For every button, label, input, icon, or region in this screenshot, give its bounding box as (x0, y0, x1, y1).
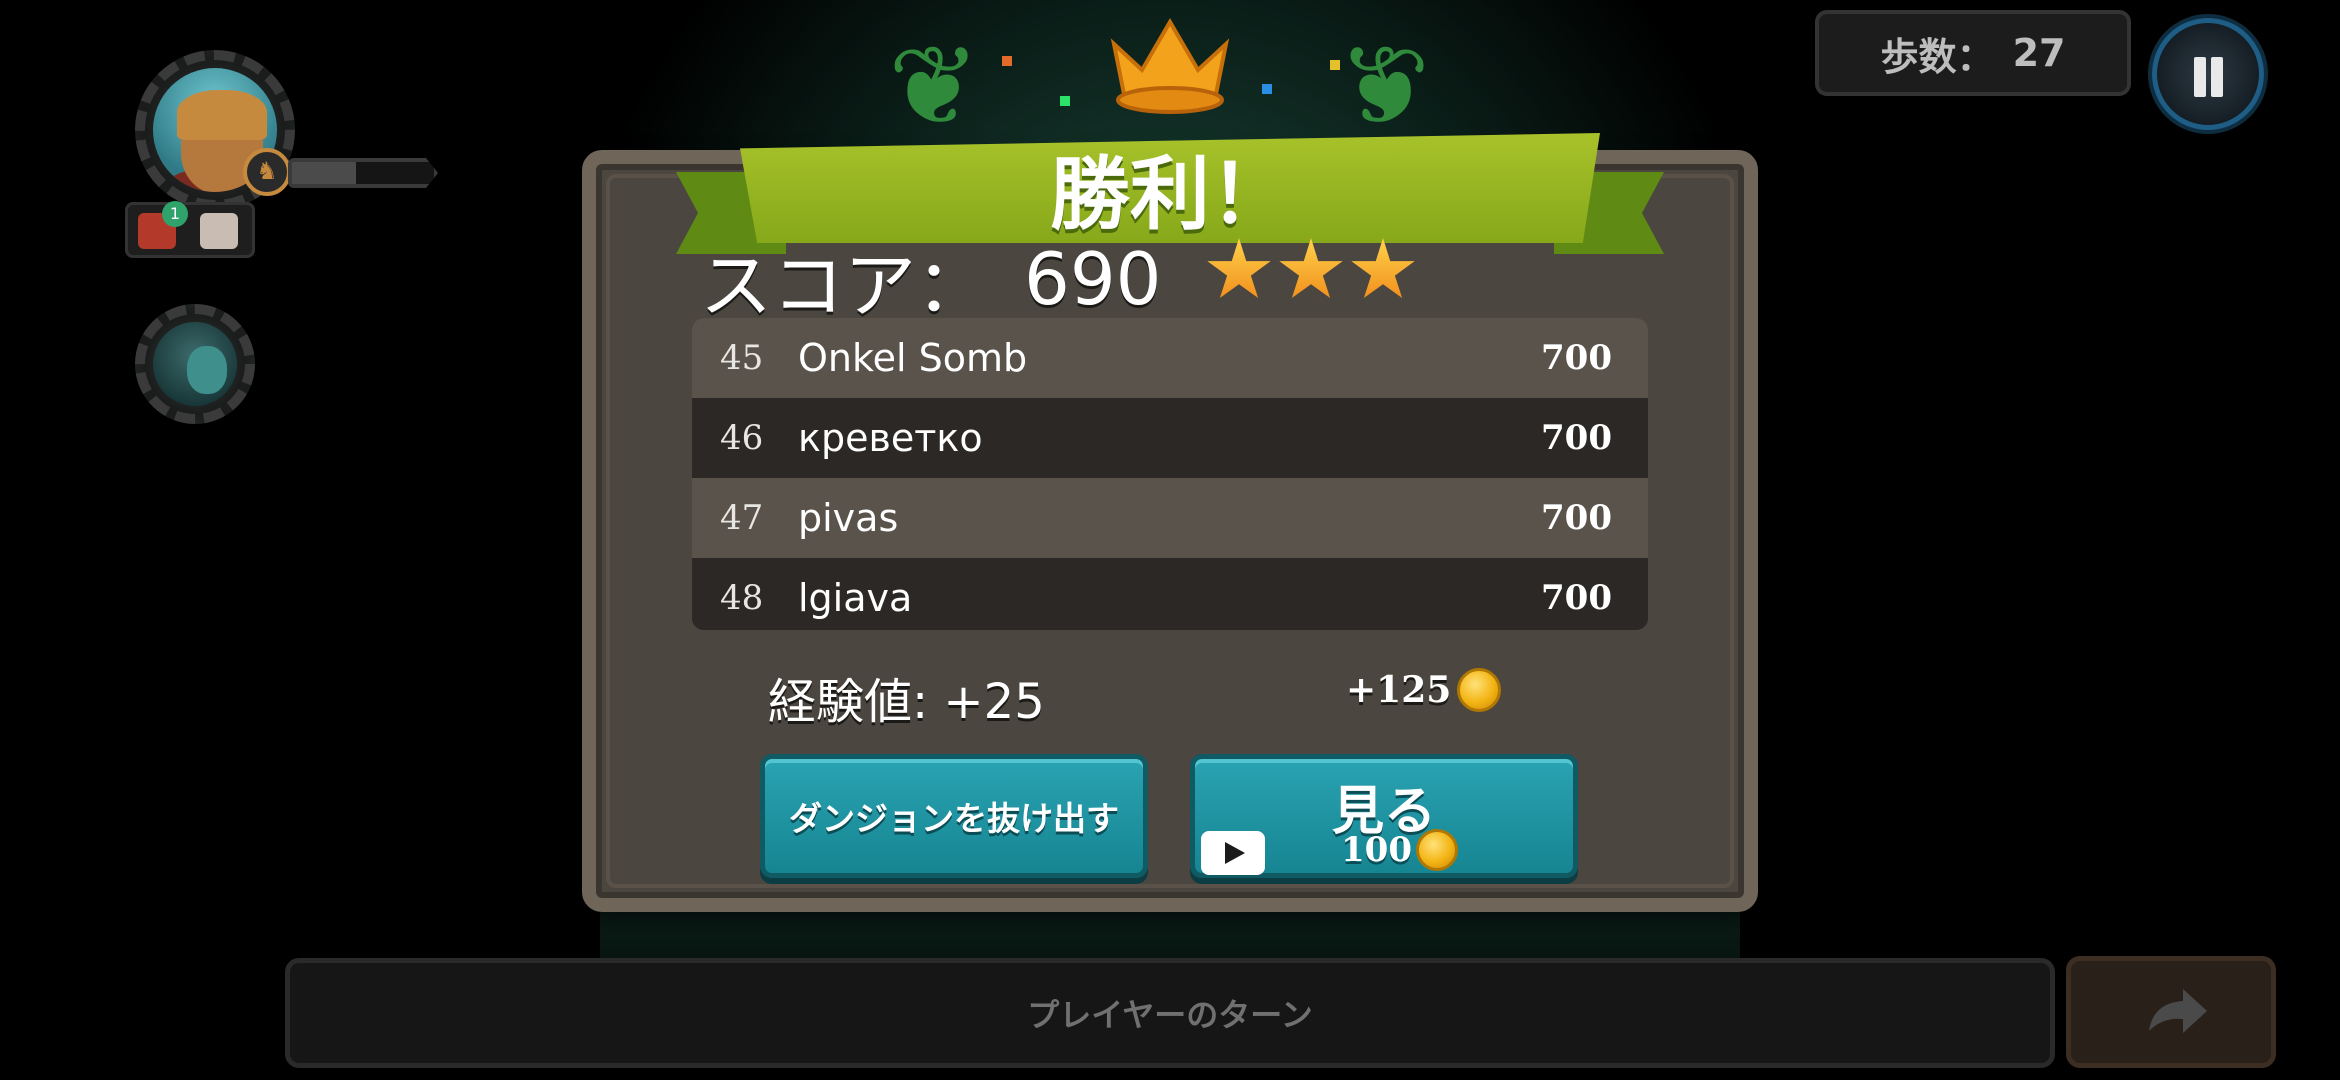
score-display: スコア： 690 (700, 237, 1162, 328)
turn-indicator: プレイヤーのターン (285, 958, 2055, 1068)
leaderboard-name: Onkel Somb (798, 336, 1028, 380)
leaderboard-rank: 47 (720, 498, 764, 538)
leaderboard-row: 46 креветко 700 (692, 398, 1648, 478)
leaderboard: 45 Onkel Somb 700 46 креветко 700 47 piv… (692, 318, 1648, 630)
xp-reward: 経験値: +25 (768, 674, 1045, 730)
hero-class-icon: ♞ (243, 148, 291, 196)
coin-icon (1415, 829, 1458, 871)
laurel-left-icon: ❦ (888, 22, 981, 150)
arrow-right-icon (2149, 989, 2207, 1033)
pause-icon (2194, 57, 2206, 97)
leaderboard-name: lgiava (798, 576, 913, 620)
score-value: 690 (1024, 237, 1162, 321)
coin-icon (1457, 668, 1502, 712)
leaderboard-score: 700 (1541, 338, 1612, 378)
play-video-icon (1201, 831, 1265, 875)
leaderboard-row: 45 Onkel Somb 700 (692, 318, 1648, 398)
star-rating (1206, 238, 1416, 304)
star-icon (1207, 238, 1271, 299)
leaderboard-name: креветко (798, 416, 983, 460)
inventory-slot[interactable]: 1 (125, 201, 255, 258)
pause-button[interactable] (2152, 18, 2264, 130)
hero-portrait-secondary[interactable] (135, 304, 255, 424)
steps-label: 歩数： (1880, 34, 1995, 79)
leaderboard-rank: 45 (720, 338, 764, 378)
gold-reward: +125 (1346, 668, 1502, 712)
leave-dungeon-label: ダンジョンを抜け出す (789, 799, 1119, 838)
leaderboard-score: 700 (1541, 418, 1612, 458)
end-turn-button[interactable] (2066, 956, 2276, 1068)
watch-ad-button[interactable]: 見る 100 (1190, 754, 1578, 878)
leaderboard-row: 47 pivas 700 (692, 478, 1648, 558)
item-count-badge: 1 (162, 201, 188, 227)
companion-avatar (153, 322, 237, 406)
steps-value: 27 (2012, 31, 2066, 75)
steps-counter: 歩数： 27 (1815, 10, 2131, 96)
turn-label: プレイヤーのターン (1027, 996, 1313, 1034)
hero-health-fill (292, 162, 356, 184)
watch-reward: 100 (1341, 829, 1458, 871)
victory-title: 勝利！ (1050, 148, 1290, 241)
leaderboard-rank: 46 (720, 418, 764, 458)
leaderboard-row: 48 lgiava 700 (692, 558, 1648, 630)
leaderboard-rank: 48 (720, 578, 764, 618)
star-icon (1279, 238, 1343, 299)
leave-dungeon-button[interactable]: ダンジョンを抜け出す (760, 754, 1148, 878)
chest-icon (200, 213, 238, 249)
crown-icon (1110, 18, 1230, 114)
gold-amount: +125 (1346, 669, 1452, 711)
leaderboard-name: pivas (798, 496, 899, 540)
leaderboard-score: 700 (1541, 578, 1612, 618)
laurel-right-icon: ❦ (1338, 22, 1431, 150)
hero-health-bar (288, 158, 438, 188)
star-icon (1351, 238, 1415, 299)
watch-cost-amount: 100 (1341, 830, 1412, 870)
score-label: スコア： (700, 243, 989, 328)
leaderboard-score: 700 (1541, 498, 1612, 538)
